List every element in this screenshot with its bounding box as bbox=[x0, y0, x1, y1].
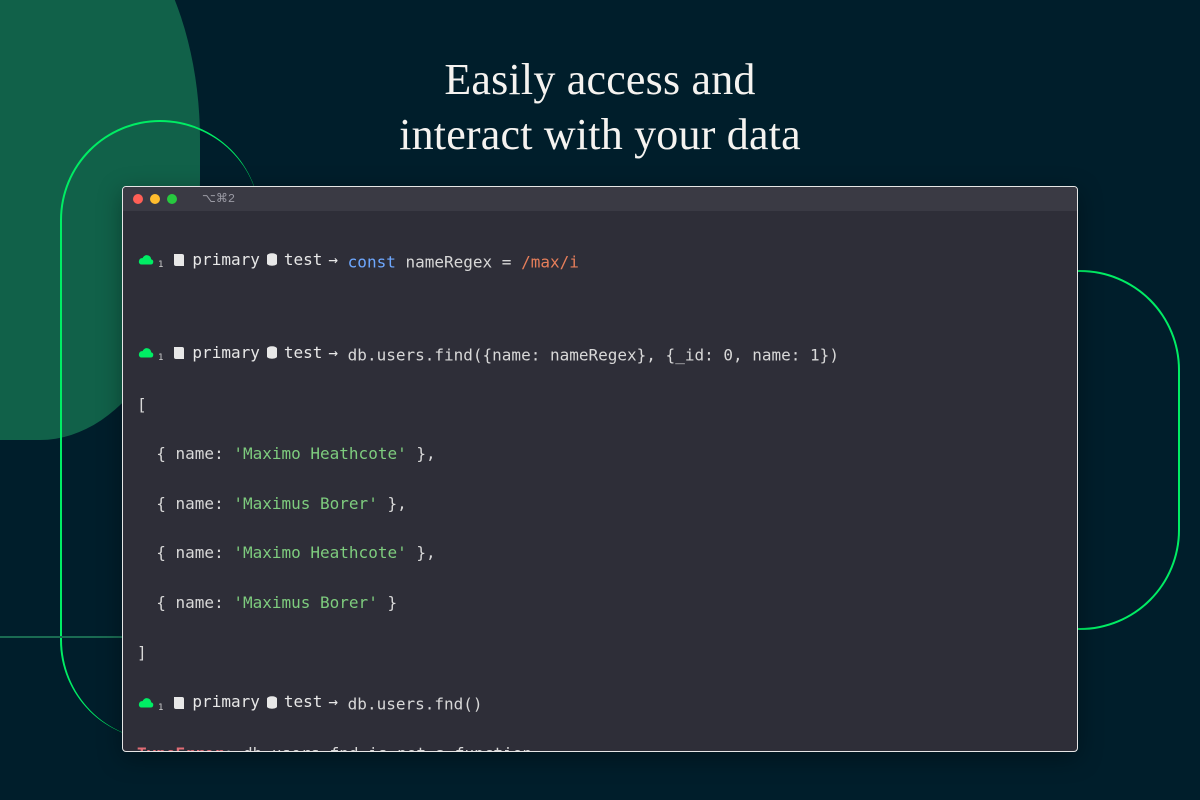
term-line: 1 primary test → db.users.fnd() bbox=[137, 690, 1063, 717]
cloud-icon bbox=[137, 696, 155, 710]
shell-prompt: 1 primary test → bbox=[137, 248, 338, 273]
term-line: { name: 'Maximo Heathcote' }, bbox=[137, 442, 1063, 467]
headline-line-2: interact with your data bbox=[399, 110, 801, 159]
code-text: { name: bbox=[137, 494, 233, 513]
term-line: { name: 'Maximus Borer' }, bbox=[137, 492, 1063, 517]
close-icon[interactable] bbox=[133, 194, 143, 204]
code-string: 'Maximus Borer' bbox=[233, 494, 378, 513]
code-string: 'Maximo Heathcote' bbox=[233, 444, 406, 463]
prompt-index: 1 bbox=[158, 259, 163, 273]
term-line: { name: 'Maximo Heathcote' }, bbox=[137, 541, 1063, 566]
page-title: Easily access and interact with your dat… bbox=[210, 52, 990, 162]
prompt-replica: primary bbox=[192, 690, 259, 715]
book-icon bbox=[172, 253, 186, 267]
prompt-replica: primary bbox=[192, 341, 259, 366]
code-keyword: const bbox=[348, 252, 396, 271]
code-text: nameRegex = bbox=[396, 252, 521, 271]
headline-line-1: Easily access and bbox=[444, 55, 755, 104]
code-regex: /max/i bbox=[521, 252, 579, 271]
term-line: [ bbox=[137, 393, 1063, 418]
book-icon bbox=[172, 696, 186, 710]
error-message: : db.users.fnd is not a function bbox=[224, 744, 532, 752]
term-line: 1 primary test → const nameRegex = /max/… bbox=[137, 248, 1063, 275]
code-text: { name: bbox=[137, 593, 233, 612]
arrow-right-icon: → bbox=[328, 690, 338, 715]
terminal-tab-title: ⌥⌘2 bbox=[202, 193, 235, 205]
code-string: 'Maximus Borer' bbox=[233, 593, 378, 612]
term-line: { name: 'Maximus Borer' } bbox=[137, 591, 1063, 616]
database-icon bbox=[266, 346, 278, 360]
cloud-icon bbox=[137, 346, 155, 360]
code-text: }, bbox=[407, 543, 436, 562]
maximize-icon[interactable] bbox=[167, 194, 177, 204]
prompt-index: 1 bbox=[158, 352, 163, 366]
code-text: }, bbox=[378, 494, 407, 513]
database-icon bbox=[266, 253, 278, 267]
arrow-right-icon: → bbox=[328, 341, 338, 366]
code-text: db.users.find({name: nameRegex}, {_id: 0… bbox=[348, 345, 839, 364]
prompt-index: 1 bbox=[158, 702, 163, 716]
prompt-db: test bbox=[284, 690, 323, 715]
prompt-db: test bbox=[284, 248, 323, 273]
code-text: }, bbox=[407, 444, 436, 463]
cloud-icon bbox=[137, 253, 155, 267]
minimize-icon[interactable] bbox=[150, 194, 160, 204]
term-line: TypeError: db.users.fnd is not a functio… bbox=[137, 742, 1063, 752]
error-label: TypeError bbox=[137, 744, 224, 752]
terminal-titlebar[interactable]: ⌥⌘2 bbox=[123, 187, 1077, 211]
shell-prompt: 1 primary test → bbox=[137, 690, 338, 715]
arrow-right-icon: → bbox=[328, 248, 338, 273]
terminal-body[interactable]: 1 primary test → const nameRegex = /max/… bbox=[123, 211, 1077, 752]
prompt-db: test bbox=[284, 341, 323, 366]
code-text: } bbox=[378, 593, 397, 612]
code-text: { name: bbox=[137, 543, 233, 562]
code-text: { name: bbox=[137, 444, 233, 463]
terminal-window: ⌥⌘2 1 primary test → const nameRegex = /… bbox=[122, 186, 1078, 752]
prompt-replica: primary bbox=[192, 248, 259, 273]
database-icon bbox=[266, 696, 278, 710]
shell-prompt: 1 primary test → bbox=[137, 341, 338, 366]
term-line: 1 primary test → db.users.find({name: na… bbox=[137, 341, 1063, 368]
book-icon bbox=[172, 346, 186, 360]
code-text: db.users.fnd() bbox=[348, 695, 483, 714]
code-string: 'Maximo Heathcote' bbox=[233, 543, 406, 562]
term-line: ] bbox=[137, 641, 1063, 666]
